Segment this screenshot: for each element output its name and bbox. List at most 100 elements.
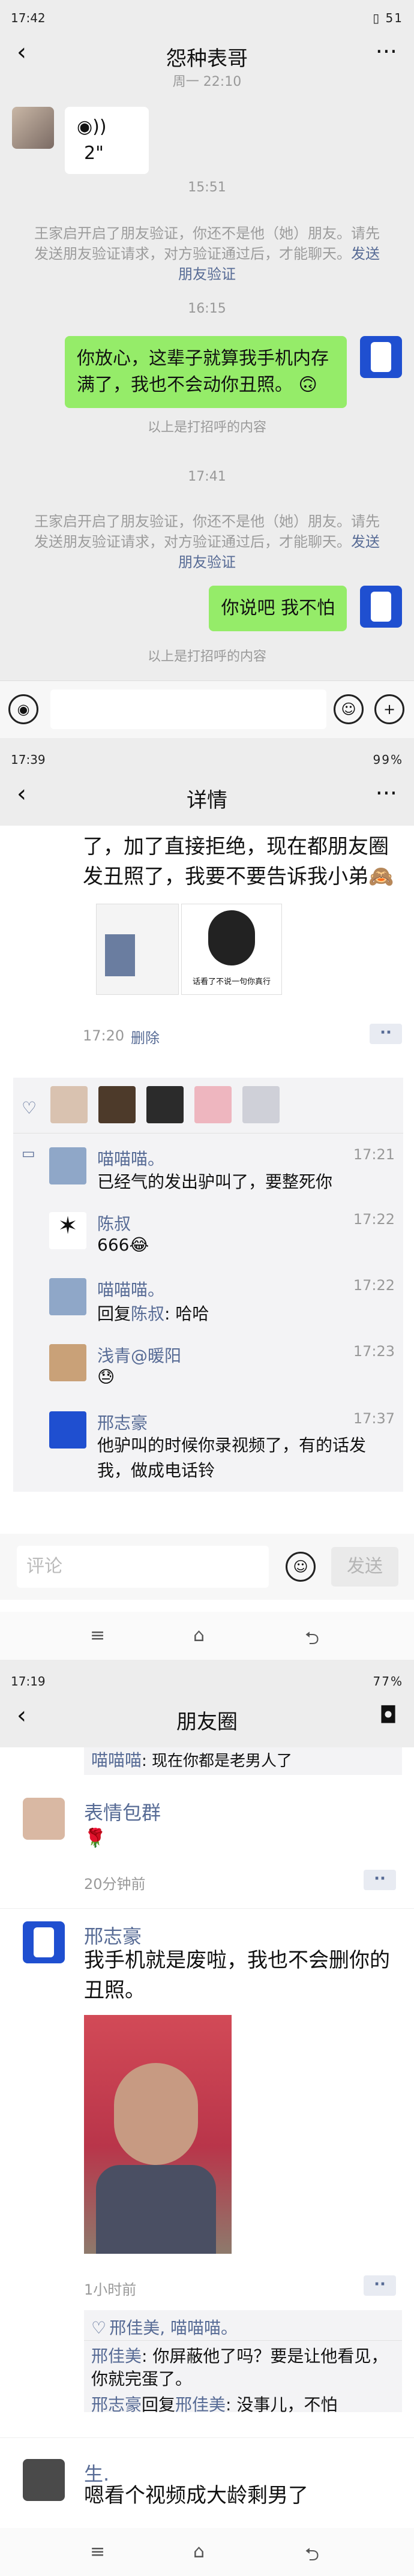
emoji-icon[interactable]: ☺ xyxy=(286,1552,316,1582)
post-time: 1小时前 xyxy=(84,2281,137,2298)
system-message: 王家启开启了朋友验证，你还不是他（她）朋友。请先发送朋友验证请求，对方验证通过后… xyxy=(34,513,380,571)
comment-time: 17:37 xyxy=(353,1410,395,1427)
poster-avatar[interactable] xyxy=(23,2459,65,2501)
comment-text: 666😂 xyxy=(97,1235,149,1255)
post-text: 我手机就是废啦，我也不会删你的丑照。 xyxy=(84,1948,390,2002)
post-text: 🌹 xyxy=(84,1828,107,1849)
post-more-button[interactable]: ·· xyxy=(364,2275,396,2296)
like-avatar[interactable] xyxy=(98,1086,136,1123)
poster-avatar[interactable] xyxy=(23,1921,65,1963)
comment-input[interactable]: 评论 xyxy=(17,1546,269,1588)
post-more-button[interactable]: ·· xyxy=(370,1024,402,1044)
comment-author[interactable]: 喵喵喵。 xyxy=(97,1146,164,1170)
emoji-icon: 🙃 xyxy=(298,374,317,395)
post-text: 了，加了直接拒绝，现在都朋友圈发丑照了，我要不要告诉我小弟🙈 xyxy=(83,835,394,889)
comment-author[interactable]: 浅青@暖阳 xyxy=(97,1343,181,1367)
time-label: 15:51 xyxy=(188,180,226,195)
comment-text: 已经气的发出驴叫了，要整死你 xyxy=(97,1172,333,1192)
like-avatar[interactable] xyxy=(146,1086,184,1123)
status-battery: 99% xyxy=(373,752,403,767)
voice-duration: 2" xyxy=(84,143,104,164)
comment-text: 😓 xyxy=(97,1367,115,1387)
my-avatar[interactable] xyxy=(360,336,402,378)
post-text: 嗯看个视频成大龄剩男了 xyxy=(84,2484,308,2508)
message-input[interactable] xyxy=(50,689,326,729)
commenter-avatar[interactable] xyxy=(49,1147,86,1184)
voice-message[interactable]: ◉)) 2" xyxy=(65,107,149,174)
delete-link[interactable]: 删除 xyxy=(131,1026,160,1047)
poster-name[interactable]: 表情包群 xyxy=(84,1798,161,1825)
send-button[interactable]: 发送 xyxy=(331,1547,398,1587)
more-icon[interactable]: ··· xyxy=(376,780,397,806)
previous-comment: 喵喵喵: 现在你都是老男人了 xyxy=(84,1747,402,1775)
screen-chat: 17:42 ▯ 51 ‹ 怨种表哥 ··· 周一 22:10 ◉)) 2" 15… xyxy=(0,0,414,738)
detail-header: ‹ 详情 ··· xyxy=(0,766,414,826)
chat-input-bar: ◉ ☺ + xyxy=(0,680,414,738)
status-time: 17:42 xyxy=(11,11,46,25)
post-image-screenshot[interactable] xyxy=(96,904,179,995)
my-message[interactable]: 你放心，这辈子就算我手机内存满了，我也不会动你丑照。 🙃 xyxy=(65,336,347,408)
voice-icon: ◉)) xyxy=(77,116,107,137)
more-icon[interactable]: ··· xyxy=(376,38,397,65)
like-avatar[interactable] xyxy=(50,1086,88,1123)
plus-icon[interactable]: + xyxy=(374,694,404,724)
comment-text: 邢佳美: 你屏蔽他了吗？要是让他看见，你就完蛋了。 xyxy=(91,2346,388,2389)
moments-header: ‹ 朋友圈 ◘ xyxy=(0,1687,414,1747)
emoji-icon[interactable]: ☺ xyxy=(334,694,364,724)
commenter-avatar[interactable] xyxy=(49,1411,86,1449)
system-message: 王家启开启了朋友验证，你还不是他（她）朋友。请先发送朋友验证请求，对方验证通过后… xyxy=(34,225,380,283)
post-photo[interactable] xyxy=(84,2015,232,2254)
detail-title: 详情 xyxy=(187,788,227,812)
home-icon[interactable]: ⌂ xyxy=(193,2541,205,2562)
back-nav-icon[interactable]: ⮌ xyxy=(305,1625,319,1656)
menu-icon[interactable]: ≡ xyxy=(90,1625,105,1646)
back-nav-icon[interactable]: ⮌ xyxy=(305,2541,319,2572)
my-avatar[interactable] xyxy=(360,586,402,628)
comment-author[interactable]: 陈叔 xyxy=(97,1211,131,1235)
comment-time: 17:23 xyxy=(353,1343,395,1360)
chat-title: 怨种表哥 xyxy=(166,47,248,71)
my-message[interactable]: 你说吧 我不怕 xyxy=(209,586,347,631)
like-avatar[interactable] xyxy=(242,1086,280,1123)
like-avatar[interactable] xyxy=(194,1086,232,1123)
comment-author[interactable]: 邢志豪 xyxy=(97,1410,148,1434)
comment-text: 邢志豪回复邢佳美: 没事儿，不怕 xyxy=(91,2395,338,2415)
comment-time: 17:21 xyxy=(353,1146,395,1163)
status-time: 17:19 xyxy=(11,1674,46,1689)
commenter-avatar[interactable] xyxy=(49,1278,86,1315)
home-icon[interactable]: ⌂ xyxy=(193,1625,205,1646)
comment-time: 17:22 xyxy=(353,1277,395,1294)
comment-text: 回复陈叔: 哈哈 xyxy=(97,1304,209,1324)
poster-avatar[interactable] xyxy=(23,1798,65,1840)
status-battery: ▯ 51 xyxy=(373,11,403,25)
heart-icon: ♡ xyxy=(91,2318,107,2338)
commenter-avatar[interactable]: ✶ xyxy=(49,1212,86,1249)
screen-detail: 17:39 99% ‹ 详情 ··· 了，加了直接拒绝，现在都朋友圈发丑照了，我… xyxy=(0,742,414,1660)
post-time: 17:20 xyxy=(83,1027,125,1044)
comment-text: 他驴叫的时候你录视频了，有的话发我，做成电话铃 xyxy=(97,1435,367,1480)
friend-avatar[interactable] xyxy=(12,107,54,149)
likes-comments-box: ♡ ▭ 喵喵喵。 17:21 已经气的发出驴叫了，要整死你 ✶ 陈叔 17:22… xyxy=(13,1078,403,1492)
menu-icon[interactable]: ≡ xyxy=(90,2541,105,2562)
status-time: 17:39 xyxy=(11,752,46,767)
heart-icon: ♡ xyxy=(22,1098,37,1118)
screen-moments: 17:19 77% ‹ 朋友圈 ◘ 喵喵喵: 现在你都是老男人了 表情包群 🌹 … xyxy=(0,1663,414,2576)
post-time: 20分钟前 xyxy=(84,1876,146,1893)
status-battery: 77% xyxy=(373,1674,403,1689)
post-image-meme[interactable]: 话看了不说一句你真行 xyxy=(181,904,282,995)
likes-comments-box: ♡ 邢佳美, 喵喵喵。 邢佳美: 你屏蔽他了吗？要是让他看见，你就完蛋了。 邢志… xyxy=(84,2310,402,2415)
post-more-button[interactable]: ·· xyxy=(364,1870,396,1890)
time-label: 17:41 xyxy=(188,469,226,484)
comment-time: 17:22 xyxy=(353,1211,395,1228)
likes-line: ♡ 邢佳美, 喵喵喵。 xyxy=(91,2318,238,2338)
comment-input-bar: 评论 ☺ 发送 xyxy=(0,1534,414,1600)
commenter-avatar[interactable] xyxy=(49,1344,86,1381)
camera-icon[interactable]: ◘ xyxy=(379,1702,397,1728)
system-nav-bar: ≡ ⌂ ⮌ xyxy=(0,1612,414,1660)
voice-toggle-icon[interactable]: ◉ xyxy=(8,694,38,724)
comment-author[interactable]: 喵喵喵。 xyxy=(97,1277,164,1301)
time-label: 16:15 xyxy=(188,301,226,316)
meme-caption: 话看了不说一句你真行 xyxy=(192,977,271,986)
date-label: 周一 22:10 xyxy=(172,74,242,89)
greeting-divider: 以上是打招呼的内容 xyxy=(147,420,266,435)
